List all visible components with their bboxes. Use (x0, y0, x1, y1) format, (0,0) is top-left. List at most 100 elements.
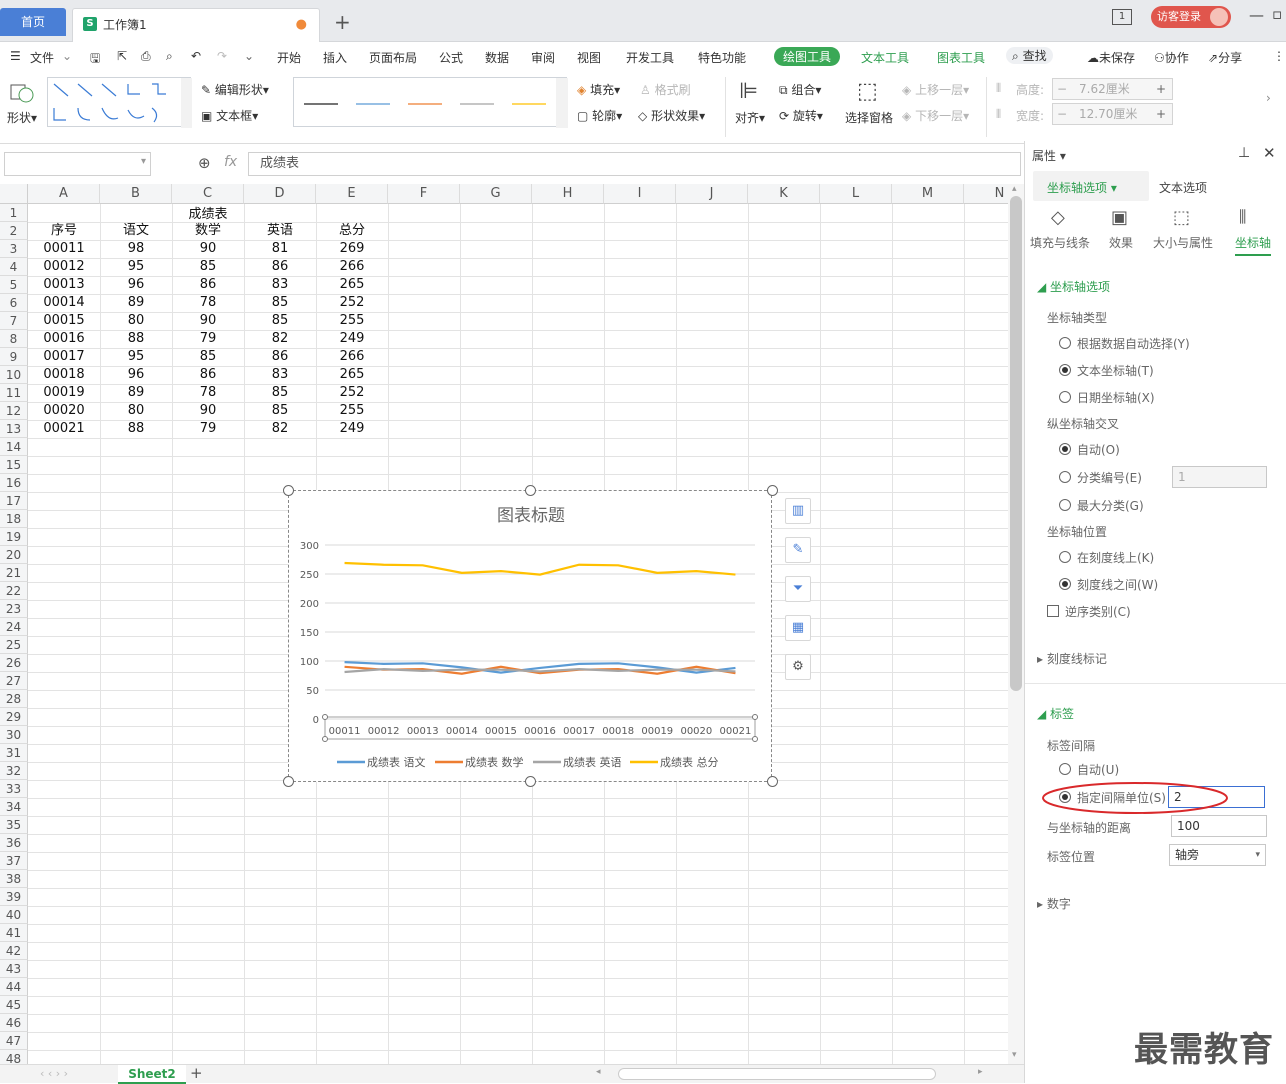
shape-effect-button[interactable]: ◇ 形状效果▾ (638, 107, 705, 124)
table-cell[interactable]: 85 (172, 258, 244, 276)
resize-handle[interactable] (767, 776, 778, 787)
row-header[interactable]: 31 (0, 744, 28, 762)
table-cell[interactable]: 英语 (244, 222, 316, 240)
formula-input[interactable]: 成绩表 (248, 152, 1021, 176)
column-header[interactable]: M (892, 184, 964, 204)
row-header[interactable]: 11 (0, 384, 28, 402)
table-cell[interactable]: 00021 (28, 420, 100, 438)
row-header[interactable]: 26 (0, 654, 28, 672)
subtab-effect[interactable]: 效果 (1109, 234, 1133, 251)
table-cell[interactable]: 总分 (316, 222, 388, 240)
tab-axis-options[interactable]: 坐标轴选项 ▾ (1047, 179, 1117, 196)
row-header[interactable]: 42 (0, 942, 28, 960)
table-cell[interactable]: 00018 (28, 366, 100, 384)
table-cell[interactable]: 00020 (28, 402, 100, 420)
hamburger-icon[interactable]: ☰ (10, 49, 21, 63)
zoom-icon[interactable]: ⊕ (198, 154, 211, 172)
table-cell[interactable]: 00011 (28, 240, 100, 258)
section-axis-options[interactable]: ◢ 坐标轴选项 (1037, 278, 1110, 295)
distance-input[interactable]: 100 (1171, 815, 1267, 837)
column-header[interactable]: G (460, 184, 532, 204)
table-cell[interactable]: 252 (316, 384, 388, 402)
row-header[interactable]: 44 (0, 978, 28, 996)
height-input[interactable]: −7.62厘米 + (1052, 78, 1173, 100)
search-button[interactable]: ⌕ 查找 (1006, 47, 1053, 64)
column-header[interactable]: C (172, 184, 244, 204)
table-cell[interactable]: 00017 (28, 348, 100, 366)
section-number[interactable]: ▸ 数字 (1037, 895, 1071, 912)
table-cell[interactable]: 90 (172, 402, 244, 420)
subtab-fill-line[interactable]: 填充与线条 (1030, 234, 1090, 251)
sheet-tab[interactable]: Sheet2 (118, 1065, 186, 1084)
column-header[interactable]: B (100, 184, 172, 204)
column-header[interactable]: D (244, 184, 316, 204)
radio-cross-auto[interactable] (1059, 443, 1071, 455)
table-cell[interactable]: 79 (172, 330, 244, 348)
radio-text-axis[interactable] (1059, 364, 1071, 376)
menu-review[interactable]: 审阅 (531, 49, 555, 66)
menu-formula[interactable]: 公式 (439, 49, 463, 66)
menu-insert[interactable]: 插入 (323, 49, 347, 66)
tab-text-options[interactable]: 文本选项 (1159, 179, 1207, 196)
login-button[interactable]: 访客登录 (1151, 6, 1231, 28)
table-cell[interactable]: 95 (100, 258, 172, 276)
section-tick-marks[interactable]: ▸ 刻度线标记 (1037, 650, 1107, 667)
table-cell[interactable]: 86 (244, 258, 316, 276)
edit-shape-button[interactable]: ✎ 编辑形状▾ (201, 81, 269, 98)
row-header[interactable]: 43 (0, 960, 28, 978)
table-cell[interactable]: 78 (172, 294, 244, 312)
subtab-axis[interactable]: 坐标轴 (1235, 234, 1272, 256)
chart-type-icon[interactable]: ▦ (785, 615, 811, 641)
table-cell[interactable]: 255 (316, 402, 388, 420)
add-sheet-button[interactable]: + (190, 1064, 203, 1082)
menu-file[interactable]: 文件 (30, 49, 54, 66)
table-cell[interactable]: 266 (316, 258, 388, 276)
radio-auto-select[interactable] (1059, 337, 1071, 349)
radio-date-axis[interactable] (1059, 391, 1071, 403)
table-cell[interactable]: 语文 (100, 222, 172, 240)
row-header[interactable]: 28 (0, 690, 28, 708)
tab-workbook[interactable]: S 工作簿1 ● (72, 8, 320, 42)
table-cell[interactable]: 82 (244, 330, 316, 348)
align-button[interactable]: 对齐▾ (735, 109, 765, 126)
row-header[interactable]: 37 (0, 852, 28, 870)
table-cell[interactable]: 249 (316, 420, 388, 438)
row-header[interactable]: 41 (0, 924, 28, 942)
chart-elements-icon[interactable]: ▥ (785, 498, 811, 524)
row-header[interactable]: 8 (0, 330, 28, 348)
table-cell[interactable]: 00013 (28, 276, 100, 294)
table-cell[interactable]: 98 (100, 240, 172, 258)
table-cell[interactable]: 00016 (28, 330, 100, 348)
select-pane-button[interactable]: 选择窗格 (845, 109, 893, 126)
export-icon[interactable]: ⇱ (117, 49, 127, 63)
table-cell[interactable]: 90 (172, 240, 244, 258)
table-cell[interactable]: 81 (244, 240, 316, 258)
close-icon[interactable]: ✕ (1263, 144, 1276, 162)
row-header[interactable]: 48 (0, 1050, 28, 1064)
textbox-button[interactable]: ▣ 文本框▾ (201, 107, 258, 124)
chart-area[interactable]: 图表标题 0 50 100 150 200 250 300 00011 00012 00013 00… (288, 490, 772, 782)
table-cell[interactable]: 82 (244, 420, 316, 438)
column-header[interactable]: N (964, 184, 1008, 204)
table-cell[interactable]: 95 (100, 348, 172, 366)
table-cell[interactable]: 269 (316, 240, 388, 258)
row-header[interactable]: 27 (0, 672, 28, 690)
column-header[interactable]: H (532, 184, 604, 204)
table-cell[interactable]: 00012 (28, 258, 100, 276)
radio-interval-auto[interactable] (1059, 763, 1071, 775)
row-header[interactable]: 10 (0, 366, 28, 384)
menu-developer[interactable]: 开发工具 (626, 49, 674, 66)
row-header[interactable]: 33 (0, 780, 28, 798)
fill-button[interactable]: ◈ 填充▾ (577, 81, 620, 98)
row-header[interactable]: 23 (0, 600, 28, 618)
row-header[interactable]: 21 (0, 564, 28, 582)
table-cell[interactable]: 88 (100, 420, 172, 438)
menu-layout[interactable]: 页面布局 (369, 49, 417, 66)
table-cell[interactable]: 90 (172, 312, 244, 330)
table-cell[interactable]: 249 (316, 330, 388, 348)
unsaved-button[interactable]: ☁未保存 (1087, 49, 1135, 66)
row-header[interactable]: 18 (0, 510, 28, 528)
row-header[interactable]: 6 (0, 294, 28, 312)
outline-button[interactable]: ▢ 轮廓▾ (577, 107, 622, 124)
section-labels[interactable]: ◢ 标签 (1037, 705, 1074, 722)
